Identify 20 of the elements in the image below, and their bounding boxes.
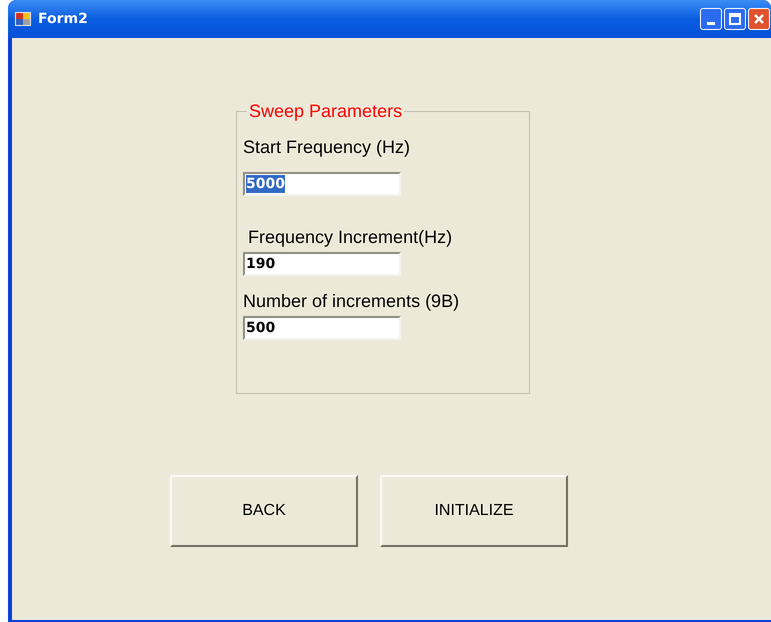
action-button[interactable]: INITIALIZE <box>380 475 568 547</box>
field-label: Frequency Increment(Hz) <box>247 226 454 248</box>
field-value: 5000 <box>246 175 285 193</box>
field-label: Start Frequency (Hz) <box>243 136 412 158</box>
minimize-button[interactable] <box>700 8 722 30</box>
action-button[interactable]: BACK <box>170 475 358 547</box>
close-button[interactable] <box>748 8 770 30</box>
window-title: Form2 <box>38 10 88 28</box>
maximize-icon <box>729 13 741 25</box>
minimize-icon <box>707 22 715 25</box>
maximize-button[interactable] <box>724 8 746 30</box>
group-title: Sweep Parameters <box>247 101 404 121</box>
app-icon <box>14 11 32 27</box>
input-field[interactable]: 5000 <box>243 172 401 196</box>
field-value: 500 <box>246 319 276 337</box>
input-field[interactable]: 190 <box>243 252 401 276</box>
field-value: 190 <box>246 255 276 273</box>
close-icon <box>753 13 765 25</box>
field-label: Number of increments (9B) <box>243 290 460 312</box>
input-field[interactable]: 500 <box>243 316 401 340</box>
